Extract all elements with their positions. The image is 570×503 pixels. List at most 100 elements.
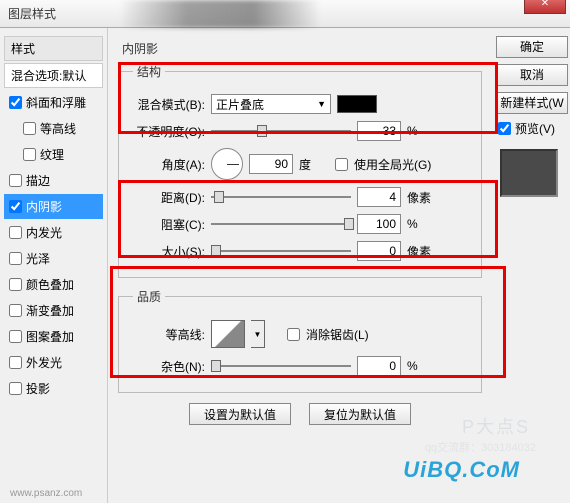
choke-input[interactable]: 100 bbox=[357, 214, 401, 234]
antialias-check[interactable] bbox=[287, 328, 300, 341]
watermark-sub: qq交流群：303184032 bbox=[425, 439, 536, 455]
title-bar: 图层样式 ✕ bbox=[0, 0, 570, 28]
make-default-button[interactable]: 设置为默认值 bbox=[189, 403, 291, 425]
blendmode-row: 混合模式(B): 正片叠底 ▼ bbox=[133, 93, 471, 115]
patternoverlay-check[interactable] bbox=[9, 330, 22, 343]
noise-label: 杂色(N): bbox=[133, 358, 205, 375]
sidebar-item-innerglow[interactable]: 内发光 bbox=[4, 220, 103, 245]
noise-input[interactable]: 0 bbox=[357, 356, 401, 376]
distance-slider[interactable] bbox=[211, 189, 351, 205]
angle-row: 角度(A): 90 度 使用全局光(G) bbox=[133, 147, 471, 181]
contour-dropdown[interactable]: ▼ bbox=[251, 320, 265, 348]
size-label: 大小(S): bbox=[133, 243, 205, 260]
watermark-url: www.psanz.com bbox=[10, 488, 82, 499]
opacity-unit: % bbox=[407, 124, 437, 138]
default-buttons-row: 设置为默认值 复位为默认值 bbox=[118, 403, 482, 425]
preview-swatch bbox=[500, 149, 558, 197]
innershadow-check[interactable] bbox=[9, 200, 22, 213]
panel-title: 内阴影 bbox=[122, 40, 482, 57]
sidebar-item-outerglow[interactable]: 外发光 bbox=[4, 350, 103, 375]
angle-unit: 度 bbox=[299, 156, 329, 173]
shadow-color-swatch[interactable] bbox=[337, 95, 377, 113]
bevel-check[interactable] bbox=[9, 96, 22, 109]
ok-button[interactable]: 确定 bbox=[496, 36, 568, 58]
preview-label: 预览(V) bbox=[515, 120, 555, 137]
sidebar-item-satin[interactable]: 光泽 bbox=[4, 246, 103, 271]
blendmode-label: 混合模式(B): bbox=[133, 96, 205, 113]
close-button[interactable]: ✕ bbox=[524, 0, 566, 14]
innerglow-check[interactable] bbox=[9, 226, 22, 239]
quality-group: 品质 等高线: ▼ 消除锯齿(L) 杂色(N): 0 % bbox=[118, 288, 482, 393]
sidebar-item-label: 投影 bbox=[26, 380, 50, 397]
dropshadow-check[interactable] bbox=[9, 382, 22, 395]
sidebar-item-label: 光泽 bbox=[26, 250, 50, 267]
gradientoverlay-check[interactable] bbox=[9, 304, 22, 317]
sidebar-item-label: 等高线 bbox=[40, 120, 76, 137]
global-light-check[interactable] bbox=[335, 158, 348, 171]
contour-label: 等高线: bbox=[133, 326, 205, 343]
texture-check[interactable] bbox=[23, 148, 36, 161]
stroke-check[interactable] bbox=[9, 174, 22, 187]
sidebar-item-gradientoverlay[interactable]: 渐变叠加 bbox=[4, 298, 103, 323]
sidebar-item-coloroverlay[interactable]: 颜色叠加 bbox=[4, 272, 103, 297]
distance-row: 距离(D): 4 像素 bbox=[133, 186, 471, 208]
blendmode-combo[interactable]: 正片叠底 ▼ bbox=[211, 94, 331, 114]
opacity-label: 不透明度(O): bbox=[133, 123, 205, 140]
choke-slider[interactable] bbox=[211, 216, 351, 232]
sidebar-item-bevel[interactable]: 斜面和浮雕 bbox=[4, 90, 103, 115]
antialias-label: 消除锯齿(L) bbox=[306, 326, 369, 343]
sidebar-item-texture[interactable]: 纹理 bbox=[4, 142, 103, 167]
blendmode-value: 正片叠底 bbox=[216, 96, 264, 113]
sidebar-item-label: 颜色叠加 bbox=[26, 276, 74, 293]
opacity-row: 不透明度(O): 33 % bbox=[133, 120, 471, 142]
preview-row: 预览(V) bbox=[498, 120, 566, 137]
size-unit: 像素 bbox=[407, 243, 437, 260]
contour-row: 等高线: ▼ 消除锯齿(L) bbox=[133, 318, 471, 350]
sidebar-item-dropshadow[interactable]: 投影 bbox=[4, 376, 103, 401]
window-title: 图层样式 bbox=[8, 5, 56, 22]
sidebar-item-label: 斜面和浮雕 bbox=[26, 94, 86, 111]
sidebar-item-patternoverlay[interactable]: 图案叠加 bbox=[4, 324, 103, 349]
noise-slider[interactable] bbox=[211, 358, 351, 374]
noise-row: 杂色(N): 0 % bbox=[133, 355, 471, 377]
opacity-slider[interactable] bbox=[211, 123, 351, 139]
size-input[interactable]: 0 bbox=[357, 241, 401, 261]
opacity-input[interactable]: 33 bbox=[357, 121, 401, 141]
quality-legend: 品质 bbox=[133, 288, 165, 305]
angle-input[interactable]: 90 bbox=[249, 154, 293, 174]
angle-label: 角度(A): bbox=[133, 156, 205, 173]
choke-label: 阻塞(C): bbox=[133, 216, 205, 233]
global-light-label: 使用全局光(G) bbox=[354, 156, 431, 173]
angle-dial[interactable] bbox=[211, 148, 243, 180]
blend-options[interactable]: 混合选项:默认 bbox=[4, 63, 103, 88]
noise-unit: % bbox=[407, 359, 437, 373]
contour-check[interactable] bbox=[23, 122, 36, 135]
structure-group: 结构 混合模式(B): 正片叠底 ▼ 不透明度(O): 33 % 角度(A): … bbox=[118, 63, 482, 278]
size-slider[interactable] bbox=[211, 243, 351, 259]
sidebar-header[interactable]: 样式 bbox=[4, 36, 103, 61]
sidebar-item-label: 内阴影 bbox=[26, 198, 62, 215]
coloroverlay-check[interactable] bbox=[9, 278, 22, 291]
preview-check[interactable] bbox=[498, 122, 511, 135]
chevron-down-icon: ▼ bbox=[317, 99, 326, 109]
distance-unit: 像素 bbox=[407, 189, 437, 206]
content-panel: 内阴影 结构 混合模式(B): 正片叠底 ▼ 不透明度(O): 33 % 角度(… bbox=[108, 28, 492, 503]
satin-check[interactable] bbox=[9, 252, 22, 265]
sidebar-item-contour[interactable]: 等高线 bbox=[4, 116, 103, 141]
styles-sidebar: 样式 混合选项:默认 斜面和浮雕 等高线 纹理 描边 内阴影 内发光 光泽 bbox=[0, 28, 108, 503]
new-style-button[interactable]: 新建样式(W bbox=[496, 92, 568, 114]
sidebar-item-stroke[interactable]: 描边 bbox=[4, 168, 103, 193]
sidebar-item-label: 描边 bbox=[26, 172, 50, 189]
distance-label: 距离(D): bbox=[133, 189, 205, 206]
title-blur bbox=[120, 0, 320, 28]
sidebar-item-label: 内发光 bbox=[26, 224, 62, 241]
contour-swatch[interactable] bbox=[211, 320, 245, 348]
cancel-button[interactable]: 取消 bbox=[496, 64, 568, 86]
structure-legend: 结构 bbox=[133, 63, 165, 80]
distance-input[interactable]: 4 bbox=[357, 187, 401, 207]
watermark-text: P大点S bbox=[462, 413, 530, 439]
sidebar-item-innershadow[interactable]: 内阴影 bbox=[4, 194, 103, 219]
choke-row: 阻塞(C): 100 % bbox=[133, 213, 471, 235]
outerglow-check[interactable] bbox=[9, 356, 22, 369]
reset-default-button[interactable]: 复位为默认值 bbox=[309, 403, 411, 425]
